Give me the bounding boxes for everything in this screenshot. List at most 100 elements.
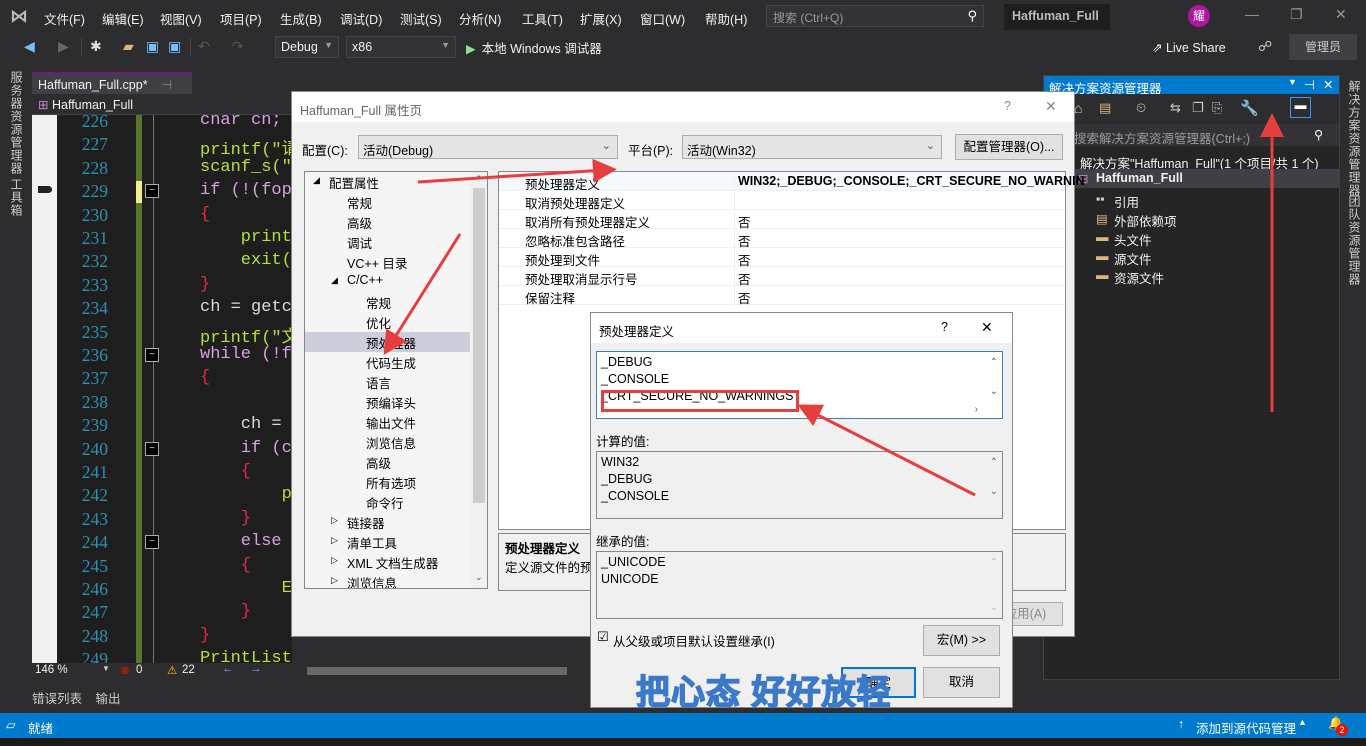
minimize-button[interactable]: — — [1245, 6, 1259, 22]
live-share-button[interactable]: ⇗ Live Share — [1152, 40, 1226, 55]
property-value[interactable]: WIN32;_DEBUG;_CONSOLE;_CRT_SECURE_NO_WAR… — [738, 174, 1085, 188]
property-row[interactable]: 预处理器定义 WIN32;_DEBUG;_CONSOLE;_CRT_SECURE_… — [499, 172, 1085, 192]
avatar[interactable]: 耀 — [1188, 5, 1210, 27]
forward-icon[interactable]: ▶ — [58, 38, 69, 55]
tree-item[interactable]: 清单工具 — [347, 533, 397, 552]
menu-extensions[interactable]: 扩展(X) — [580, 9, 622, 28]
tree-item[interactable]: 常规 — [347, 193, 372, 212]
tree-item[interactable]: 链接器 — [347, 513, 385, 532]
home-icon[interactable]: ⌂ — [1074, 100, 1082, 116]
tree-item[interactable]: 预编译头 — [366, 393, 416, 412]
scroll-right-icon[interactable]: › — [975, 404, 978, 415]
feedback-icon[interactable]: ☍ — [1258, 38, 1272, 55]
collapse-icon[interactable]: − — [145, 442, 159, 456]
menu-debug[interactable]: 调试(D) — [340, 9, 382, 28]
tree-item[interactable]: 高级 — [347, 213, 372, 232]
tree-item[interactable]: 常规 — [366, 293, 391, 312]
scroll-down-icon[interactable]: ⌄ — [990, 386, 998, 397]
menu-project[interactable]: 项目(P) — [220, 9, 262, 28]
toolbox-tab[interactable]: 工具箱 — [8, 178, 25, 217]
tree-item[interactable]: XML 文档生成器 — [347, 553, 438, 572]
warning-count[interactable]: 22 — [182, 664, 195, 676]
scroll-down-icon[interactable]: ⌄ — [990, 486, 998, 497]
tree-item[interactable]: 命令行 — [366, 493, 404, 512]
pin-icon[interactable]: ⊣ — [1304, 77, 1315, 92]
preview-icon[interactable]: ▬ — [1290, 97, 1311, 118]
chevron-up-icon[interactable]: ▲ — [1298, 717, 1307, 727]
property-tree[interactable]: ◢ 配置属性 常规 高级 调试 VC++ 目录 ◢ C/C++ 常规 优化 预处理器 代码生成 语言 预编… — [304, 171, 488, 589]
menu-file[interactable]: 文件(F) — [44, 9, 85, 28]
scroll-down-icon[interactable]: ⌄ — [475, 572, 483, 583]
tree-item[interactable]: 浏览信息 — [366, 433, 416, 452]
tree-item[interactable]: 语言 — [366, 373, 391, 392]
search-input[interactable]: 搜索 (Ctrl+Q) ⚲ — [766, 5, 984, 27]
solution-item-resource-files[interactable]: 资源文件 — [1114, 268, 1164, 287]
new-project-icon[interactable]: ✱ — [90, 38, 102, 55]
collapse-icon[interactable]: − — [145, 184, 159, 198]
properties-wrench-icon[interactable]: 🔧 — [1240, 99, 1259, 117]
collapse-icon[interactable]: ◢ — [331, 275, 338, 286]
platform-combo[interactable]: x86 ▼ — [346, 36, 456, 58]
tree-item[interactable]: 配置属性 — [329, 173, 379, 192]
show-all-files-icon[interactable]: ⎘ — [1212, 100, 1222, 116]
config-combo[interactable]: Debug ▼ — [275, 36, 339, 58]
help-button[interactable]: ? — [941, 320, 948, 334]
expand-icon[interactable]: ▷ — [331, 535, 338, 546]
close-panel-icon[interactable]: ✕ — [1323, 77, 1333, 92]
save-all-icon[interactable]: ▣ — [168, 38, 181, 55]
collapse-icon[interactable]: − — [145, 535, 159, 549]
redo-icon[interactable]: ↷ — [232, 38, 244, 55]
solution-search-input[interactable]: 搜索解决方案资源管理器(Ctrl+;) ⚲ — [1044, 124, 1339, 146]
solution-item-source-files[interactable]: 源文件 — [1114, 249, 1152, 268]
property-row[interactable]: 取消所有预处理器定义否 — [499, 210, 1065, 230]
property-row[interactable]: 保留注释 否 — [499, 286, 1065, 306]
tree-item[interactable]: 代码生成 — [366, 353, 416, 372]
code-editor[interactable]: 226 char ch; 227 printf("请 228 scanf_s("% 229 i… — [32, 115, 292, 663]
undo-icon[interactable]: ↶ — [198, 38, 210, 55]
collapse-icon[interactable]: − — [145, 348, 159, 362]
save-icon[interactable]: ▣ — [146, 38, 159, 55]
tree-item[interactable]: 优化 — [366, 313, 391, 332]
menu-analyze[interactable]: 分析(N) — [459, 9, 501, 28]
next-issue-icon[interactable]: → — [250, 663, 262, 675]
tree-item[interactable]: 高级 — [366, 453, 391, 472]
collapse-all-icon[interactable]: ❐ — [1192, 100, 1204, 116]
inherit-checkbox[interactable]: ☑ — [597, 629, 609, 645]
solution-explorer-tab[interactable]: 解决方案资源管理器 — [1346, 80, 1363, 197]
expand-icon[interactable]: ▷ — [331, 515, 338, 526]
error-count[interactable]: 0 — [136, 664, 142, 676]
macros-button[interactable]: 宏(M) >> — [923, 625, 1000, 656]
menu-help[interactable]: 帮助(H) — [705, 9, 747, 28]
scroll-up-icon[interactable]: ⌃ — [990, 557, 998, 568]
menu-window[interactable]: 窗口(W) — [640, 9, 685, 28]
menu-build[interactable]: 生成(B) — [280, 9, 322, 28]
tree-item[interactable]: 浏览信息 — [347, 573, 397, 588]
horizontal-scrollbar[interactable] — [307, 667, 567, 675]
restore-button[interactable]: ❐ — [1290, 6, 1303, 23]
scroll-up-icon[interactable]: ⌃ — [990, 357, 998, 368]
tab-output[interactable]: 输出 — [96, 692, 121, 706]
document-tab[interactable]: Haffuman_Full.cpp* ⊣ ✕ — [32, 72, 192, 107]
scroll-down-icon[interactable]: ⌄ — [990, 602, 998, 613]
property-row[interactable]: 预处理取消显示行号否 — [499, 267, 1065, 287]
zoom-level[interactable]: 146 % — [35, 664, 68, 676]
property-row[interactable]: 忽略标准包含路径否 — [499, 229, 1065, 249]
close-dialog-button[interactable]: ✕ — [1045, 98, 1057, 115]
scroll-up-icon[interactable]: ⌃ — [990, 457, 998, 468]
close-window-button[interactable]: ✕ — [1335, 6, 1347, 23]
open-file-icon[interactable]: ▰ — [123, 38, 134, 55]
tree-item[interactable]: VC++ 目录 — [347, 253, 407, 272]
previous-issue-icon[interactable]: ← — [222, 663, 234, 675]
collapse-icon[interactable]: ◢ — [313, 175, 320, 186]
menu-edit[interactable]: 编辑(E) — [102, 9, 144, 28]
tab-error-list[interactable]: 错误列表 — [32, 692, 82, 706]
dropdown-icon[interactable]: ▼ — [1288, 77, 1297, 87]
property-row[interactable]: 预处理到文件否 — [499, 248, 1065, 268]
solution-item-header-files[interactable]: 头文件 — [1114, 230, 1152, 249]
tree-item[interactable]: 调试 — [347, 233, 372, 252]
project-node[interactable]: Haffuman_Full — [1096, 171, 1183, 185]
scroll-up-icon[interactable]: ⌃ — [475, 174, 483, 185]
expand-icon[interactable]: ▷ — [331, 575, 338, 586]
solution-item-references[interactable]: 引用 — [1114, 192, 1139, 211]
platform-select[interactable]: 活动(Win32) ⌄ — [682, 135, 942, 159]
